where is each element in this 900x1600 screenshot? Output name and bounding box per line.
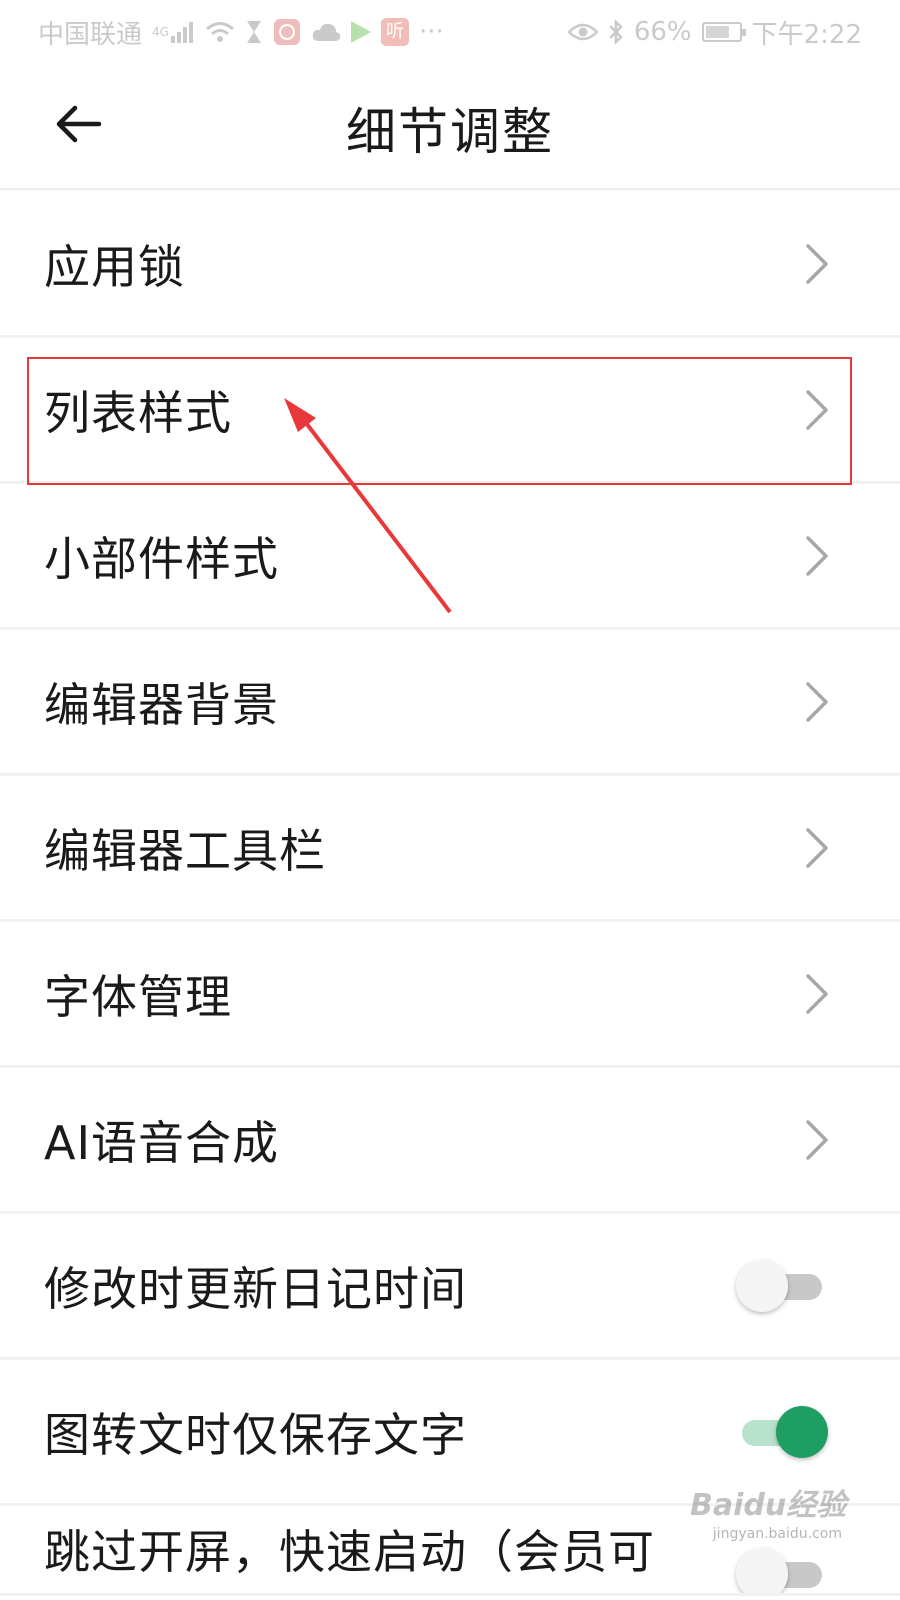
listen-app-icon: 听 — [380, 18, 409, 46]
settings-item-ai-voice[interactable]: AI语音合成 — [0, 1068, 900, 1214]
toggle-knob — [736, 1259, 788, 1312]
settings-item-editor-background[interactable]: 编辑器背景 — [0, 630, 900, 776]
settings-item-update-diary-time: 修改时更新日记时间 — [0, 1214, 900, 1360]
chevron-right-icon — [806, 973, 828, 1014]
wifi-icon — [205, 20, 235, 44]
settings-item-save-text-only: 图转文时仅保存文字 — [0, 1360, 900, 1506]
settings-item-label: 应用锁 — [44, 239, 185, 294]
chevron-right-icon — [806, 535, 828, 576]
settings-item-skip-splash: 跳过开屏，快速启动（会员可 — [0, 1506, 900, 1596]
settings-item-label: 编辑器背景 — [44, 677, 279, 732]
carrier-label: 中国联通 — [38, 19, 143, 50]
network-type-label: 4G — [152, 25, 169, 39]
settings-item-editor-toolbar[interactable]: 编辑器工具栏 — [0, 776, 900, 922]
update-diary-time-toggle[interactable] — [736, 1258, 828, 1314]
battery-percent: 66% — [633, 17, 692, 47]
chevron-right-icon — [806, 827, 828, 868]
eye-icon — [567, 22, 598, 42]
settings-item-widget-style[interactable]: 小部件样式 — [0, 484, 900, 630]
toggle-knob — [776, 1405, 828, 1458]
settings-list: 应用锁 列表样式 小部件样式 编辑器背景 编辑器工具栏 字体管理 AI语音合成 … — [0, 192, 900, 1596]
settings-item-label: 修改时更新日记时间 — [44, 1261, 467, 1316]
cloud-icon — [311, 21, 341, 43]
settings-item-label: 图转文时仅保存文字 — [44, 1407, 467, 1462]
chevron-right-icon — [806, 681, 828, 722]
settings-item-label: 小部件样式 — [44, 531, 279, 586]
more-notifications-icon: ··· — [418, 17, 444, 47]
video-play-icon — [350, 21, 371, 43]
settings-item-label: 跳过开屏，快速启动（会员可 — [44, 1525, 655, 1579]
battery-icon — [701, 22, 746, 42]
toggle-knob — [736, 1548, 788, 1593]
settings-item-label: AI语音合成 — [44, 1115, 280, 1170]
status-time: 下午2:22 — [751, 19, 862, 50]
settings-item-app-lock[interactable]: 应用锁 — [0, 192, 900, 338]
hourglass-icon — [245, 19, 263, 45]
status-bar: 中国联通 4G 听 ··· 66% 下午2:22 — [0, 0, 900, 64]
settings-item-list-style[interactable]: 列表样式 — [0, 338, 900, 484]
skip-splash-toggle[interactable] — [736, 1546, 828, 1593]
save-text-only-toggle[interactable] — [736, 1404, 828, 1460]
status-bar-left: 中国联通 4G 听 ··· — [38, 14, 444, 51]
status-bar-right: 66% 下午2:22 — [567, 14, 862, 51]
settings-item-font-management[interactable]: 字体管理 — [0, 922, 900, 1068]
chevron-right-icon — [806, 1119, 828, 1160]
chevron-right-icon — [806, 243, 828, 284]
settings-item-label: 字体管理 — [44, 969, 232, 1024]
app-notification-icon — [273, 18, 301, 46]
app-header: 细节调整 — [0, 64, 900, 190]
chevron-right-icon — [806, 389, 828, 430]
settings-item-label: 编辑器工具栏 — [44, 823, 326, 878]
settings-item-label: 列表样式 — [44, 385, 232, 440]
page-title: 细节调整 — [346, 103, 554, 161]
signal-icon: 4G — [152, 21, 195, 43]
bluetooth-icon — [608, 19, 624, 45]
